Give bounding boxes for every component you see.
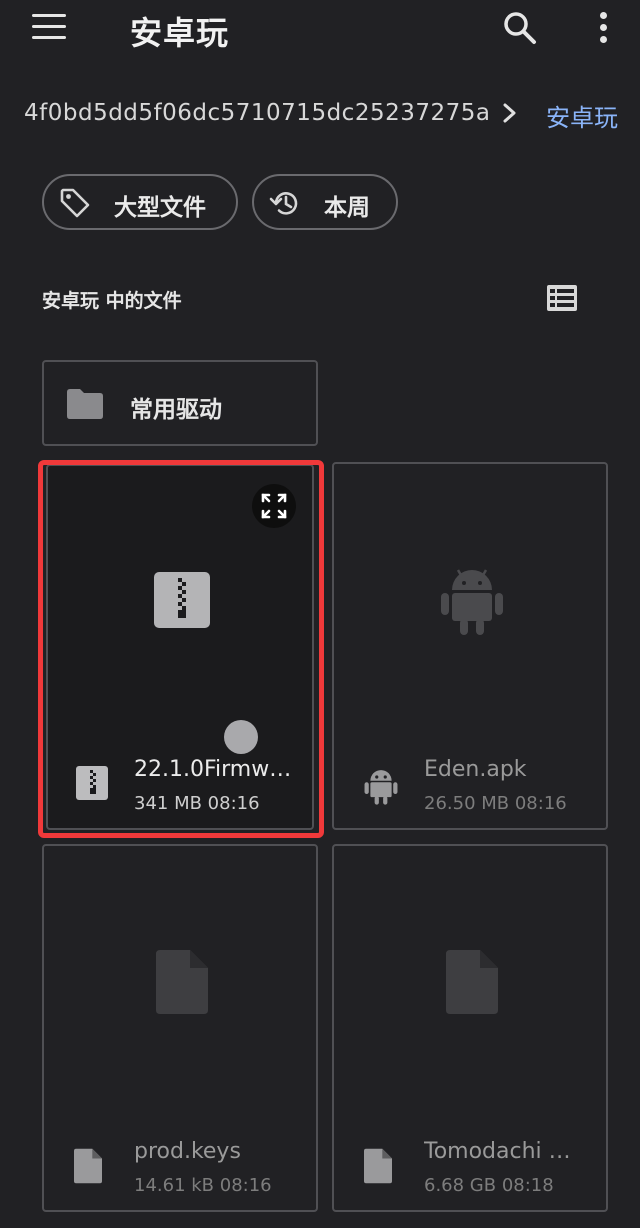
more-vert-icon[interactable] [596,10,612,46]
menu-icon[interactable] [32,14,66,40]
file-card-eden-apk[interactable]: Eden.apk 26.50 MB 08:16 [332,462,608,830]
file-meta: 6.68 GB 08:18 [424,1175,554,1196]
document-icon [74,1148,108,1184]
list-view-icon[interactable] [546,284,578,312]
breadcrumb: 4f0bd5dd5f06dc5710715dc25237275a 安卓玩 [24,96,624,136]
file-card-prod-keys[interactable]: prod.keys 14.61 kB 08:16 [42,844,318,1212]
document-icon [364,1148,398,1184]
file-name: prod.keys [134,1139,241,1164]
breadcrumb-current[interactable]: 安卓玩 [546,98,618,133]
search-icon[interactable] [500,8,540,48]
filter-chip-label: 大型文件 [114,195,206,221]
history-icon [268,186,302,220]
filter-chip-large-files[interactable]: 大型文件 [42,174,238,230]
folder-name: 常用驱动 [130,397,222,423]
document-icon [156,950,208,1014]
folder-icon [66,388,104,420]
file-meta: 14.61 kB 08:16 [134,1175,272,1196]
filter-chip-label: 本周 [324,195,370,221]
folder-card[interactable]: 常用驱动 [42,360,318,446]
highlight-annotation [38,460,324,838]
app-bar: 安卓玩 [0,0,640,60]
document-icon [446,950,498,1014]
file-name: Tomodachi … [424,1139,571,1164]
chevron-right-icon [498,96,522,130]
android-icon [440,564,504,636]
tag-icon [58,186,92,220]
file-name: Eden.apk [424,757,527,782]
file-card-tomodachi[interactable]: Tomodachi … 6.68 GB 08:18 [332,844,608,1212]
android-icon [364,766,398,805]
breadcrumb-path[interactable]: 4f0bd5dd5f06dc5710715dc25237275a [24,100,490,126]
file-meta: 26.50 MB 08:16 [424,793,567,814]
section-title: 安卓玩 中的文件 [42,290,182,312]
filter-chip-this-week[interactable]: 本周 [252,174,398,230]
app-title: 安卓玩 [130,14,230,52]
